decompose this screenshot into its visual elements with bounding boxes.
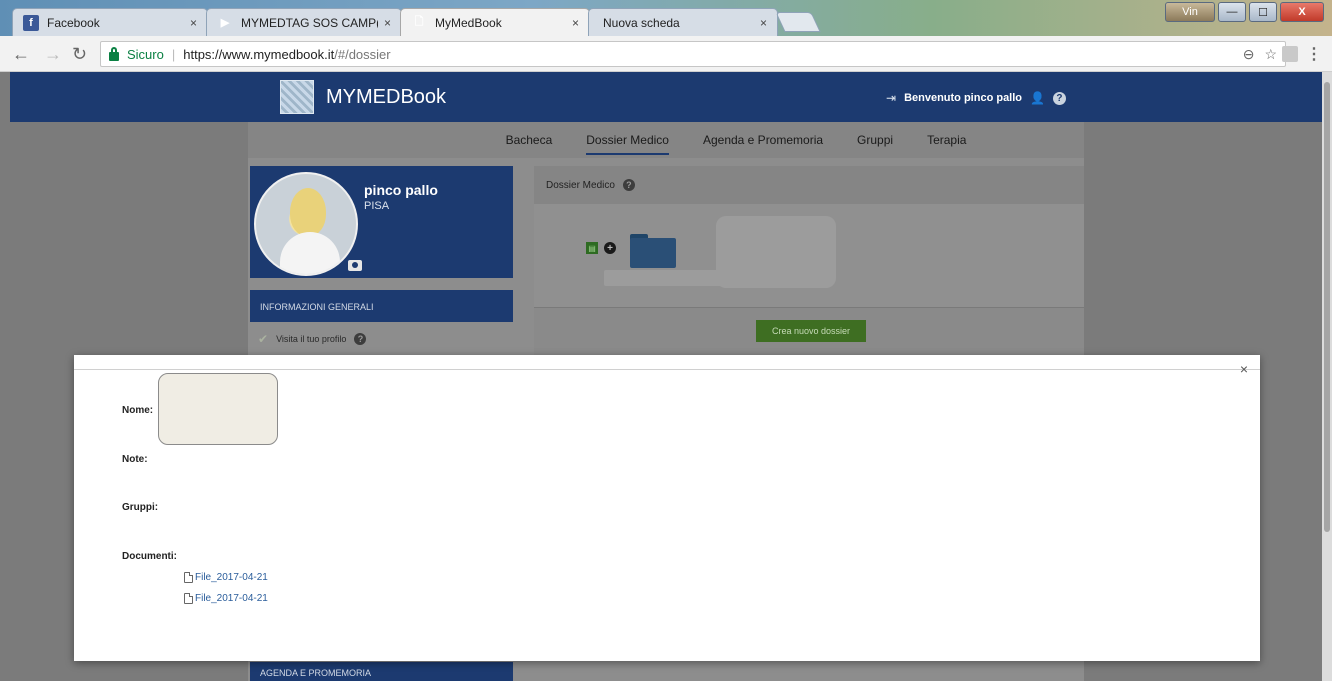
- dossier-panel: Dossier Medico ? ▤ + Crea nuovo dossier: [534, 166, 1084, 356]
- nav-agenda[interactable]: Agenda e Promemoria: [703, 133, 823, 147]
- dossier-panel-footer: Crea nuovo dossier: [534, 308, 1084, 356]
- tab-facebook[interactable]: f Facebook ×: [12, 8, 208, 36]
- menu-icon[interactable]: ⋮: [1306, 44, 1322, 64]
- welcome-text[interactable]: Benvenuto pinco pallo: [904, 92, 1022, 104]
- scrollbar-thumb[interactable]: [1324, 82, 1330, 532]
- document-link[interactable]: File_2017-04-21: [184, 572, 268, 583]
- url-path: /#/dossier: [334, 46, 391, 62]
- document-name[interactable]: File_2017-04-21: [195, 593, 268, 604]
- facebook-icon: f: [23, 14, 39, 31]
- nav-terapia[interactable]: Terapia: [927, 133, 966, 147]
- window-controls: Vin — ☐ X: [1165, 2, 1324, 22]
- visit-profile-row[interactable]: ✔ Visita il tuo profilo ?: [250, 326, 513, 352]
- star-icon[interactable]: ☆: [1264, 46, 1277, 63]
- document-link[interactable]: File_2017-04-21: [184, 593, 268, 604]
- document-name[interactable]: File_2017-04-21: [195, 572, 268, 583]
- folder-body: [630, 238, 676, 268]
- reload-icon[interactable]: ↻: [72, 44, 87, 65]
- main-nav: Bacheca Dossier Medico Agenda e Promemor…: [248, 122, 1084, 158]
- camera-icon[interactable]: [348, 260, 362, 271]
- info-header: INFORMAZIONI GENERALI: [250, 290, 513, 322]
- dossier-panel-header: Dossier Medico ?: [534, 166, 1084, 204]
- plus-circle-icon[interactable]: +: [604, 242, 616, 254]
- window-close-button[interactable]: X: [1280, 2, 1324, 22]
- welcome-area: ⇥ Benvenuto pinco pallo 👤 ?: [886, 91, 1066, 105]
- name-label: Nome:: [122, 405, 154, 416]
- groups-label: Gruppi:: [122, 502, 159, 513]
- maximize-button[interactable]: ☐: [1249, 2, 1277, 22]
- tab-title: Facebook: [47, 15, 100, 30]
- profile-city: PISA: [364, 200, 390, 212]
- help-icon[interactable]: ?: [354, 333, 367, 345]
- file-icon: [184, 572, 193, 583]
- dossier-title: Dossier Medico: [546, 179, 615, 191]
- user-icon: 👤: [1030, 91, 1045, 105]
- dossier-name-placeholder: [716, 216, 836, 288]
- tab-nuova-scheda[interactable]: Nuova scheda ×: [588, 8, 778, 36]
- lock-icon: [109, 46, 119, 61]
- nav-gruppi[interactable]: Gruppi: [857, 133, 893, 147]
- profile-card: pinco pallo PISA: [250, 166, 513, 278]
- browser-tab-bar: f Facebook × ▶ MYMEDTAG SOS CAMP( × 🗋 My…: [0, 0, 1332, 36]
- visit-profile-link[interactable]: Visita il tuo profilo: [276, 334, 346, 344]
- page-scrollbar[interactable]: [1322, 72, 1332, 681]
- site-header: MYMEDBook ⇥ Benvenuto pinco pallo 👤 ?: [10, 72, 1322, 122]
- help-icon[interactable]: ?: [1052, 91, 1066, 105]
- tab-mymedtag[interactable]: ▶ MYMEDTAG SOS CAMP( ×: [206, 8, 402, 36]
- name-value-box: [158, 373, 278, 445]
- dossier-detail-modal: × Nome: Note: Gruppi: Documenti: File_20…: [74, 355, 1260, 661]
- check-icon: ✔: [258, 332, 269, 346]
- create-dossier-button[interactable]: Crea nuovo dossier: [756, 320, 866, 342]
- separator: |: [171, 46, 176, 62]
- notes-label: Note:: [122, 454, 148, 465]
- document-icon[interactable]: ▤: [586, 242, 598, 254]
- address-bar: ← → ↻ Sicuro | https://www.mymedbook.it …: [0, 36, 1332, 72]
- avatar[interactable]: [254, 172, 358, 276]
- close-icon[interactable]: ×: [760, 16, 767, 30]
- user-profile-button[interactable]: Vin: [1165, 2, 1215, 22]
- close-icon[interactable]: ×: [384, 16, 391, 30]
- play-icon: ▶: [220, 17, 230, 29]
- documents-label: Documenti:: [122, 551, 177, 562]
- tab-mymedbook[interactable]: 🗋 MyMedBook ×: [400, 8, 590, 36]
- url-input[interactable]: Sicuro | https://www.mymedbook.it /#/dos…: [100, 41, 1286, 67]
- logout-icon[interactable]: ⇥: [886, 91, 896, 105]
- page-icon: 🗋: [414, 16, 424, 28]
- close-icon[interactable]: ×: [190, 16, 197, 30]
- nav-bacheca[interactable]: Bacheca: [506, 133, 553, 147]
- minimize-button[interactable]: —: [1218, 2, 1246, 22]
- page-margin: [0, 72, 10, 681]
- tab-title: MYMEDTAG SOS CAMP(: [241, 15, 378, 30]
- close-icon[interactable]: ×: [572, 16, 579, 30]
- extension-icon[interactable]: [1282, 46, 1298, 62]
- forward-arrow-icon[interactable]: →: [44, 44, 62, 65]
- profile-name: pinco pallo: [364, 182, 438, 198]
- omnibox-icons: ⊖ ☆: [1243, 46, 1277, 63]
- modal-divider: [74, 369, 1260, 370]
- tab-title: Nuova scheda: [603, 15, 680, 30]
- secure-label: Sicuro: [127, 46, 164, 62]
- folder-icon[interactable]: [630, 234, 676, 268]
- folder-shelf: [604, 270, 724, 286]
- url-host: https://www.mymedbook.it: [183, 46, 335, 62]
- dossier-list: ▤ +: [534, 204, 1084, 308]
- tab-title: MyMedBook: [435, 15, 502, 30]
- file-icon: [184, 593, 193, 604]
- back-arrow-icon[interactable]: ←: [12, 44, 30, 65]
- zoom-icon[interactable]: ⊖: [1243, 46, 1255, 63]
- modal-close-icon[interactable]: ×: [1240, 361, 1248, 377]
- help-icon[interactable]: ?: [622, 179, 635, 191]
- new-tab-button[interactable]: [775, 12, 821, 32]
- nav-dossier-medico[interactable]: Dossier Medico: [586, 133, 669, 155]
- avatar-face: [290, 188, 326, 236]
- agenda-header: AGENDA E PROMEMORIA: [250, 662, 513, 681]
- brand-name[interactable]: MYMEDBook: [326, 86, 446, 109]
- avatar-body: [280, 232, 340, 274]
- brand-logo-icon[interactable]: [280, 80, 314, 114]
